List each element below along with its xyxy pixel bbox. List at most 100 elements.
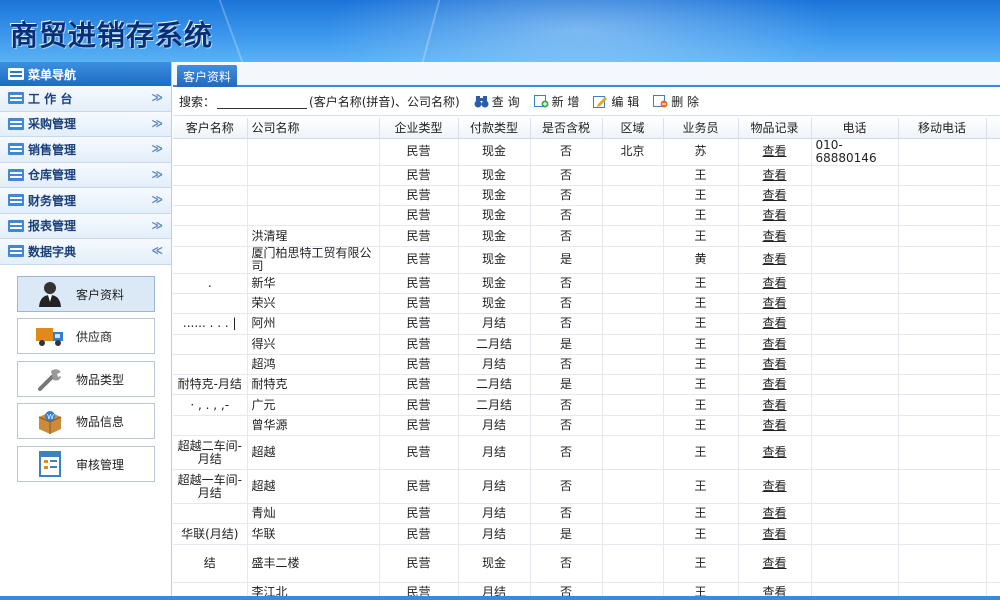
company-name-cell: 超鸿 bbox=[247, 354, 380, 376]
table-row[interactable]: 洪清瑆 民营 现金否 王 查看 bbox=[173, 225, 1000, 247]
view-record-link[interactable]: 查看 bbox=[762, 445, 786, 459]
folder-icon bbox=[8, 194, 24, 207]
customer-name-cell bbox=[173, 354, 248, 376]
view-record-link[interactable]: 查看 bbox=[762, 337, 786, 351]
table-row[interactable]: 民营 现金否 王 查看 bbox=[173, 205, 1000, 227]
menu-item-label: 采购管理 bbox=[28, 117, 77, 132]
enterprise-type-cell: 民营 bbox=[379, 138, 459, 166]
view-record-link[interactable]: 查看 bbox=[762, 377, 786, 391]
view-record-link[interactable]: 查看 bbox=[762, 357, 786, 371]
customer-name-cell bbox=[173, 205, 248, 227]
enterprise-type-cell: 民营 bbox=[379, 205, 459, 227]
table-row[interactable]: 曾华源 民营 月结否 王 查看 bbox=[173, 415, 1000, 437]
submenu-item-type[interactable]: 物品类型 bbox=[17, 361, 155, 397]
view-record-link[interactable]: 查看 bbox=[762, 208, 786, 222]
view-record-link[interactable]: 查看 bbox=[762, 252, 786, 266]
table-row[interactable]: 民营 现金否 王 查看 bbox=[173, 165, 1000, 186]
add-button-label: 新 增 bbox=[551, 94, 580, 109]
salesperson-cell: 王 bbox=[663, 334, 739, 355]
column-header[interactable]: 物品记录 bbox=[738, 118, 812, 139]
menu-item-purchase[interactable]: 采购管理 ≫ bbox=[0, 111, 171, 137]
table-row[interactable]: . 新华 民营 现金否 王 查看 bbox=[173, 273, 1000, 294]
enterprise-type-cell: 民营 bbox=[379, 435, 459, 471]
tax-included-cell: 否 bbox=[530, 165, 603, 186]
footer-bar bbox=[0, 596, 1000, 600]
view-record-link[interactable]: 查看 bbox=[762, 316, 786, 330]
view-record-link[interactable]: 查看 bbox=[762, 168, 786, 182]
column-header[interactable]: 区域 bbox=[602, 118, 664, 139]
table-row[interactable]: 超鸿 民营 月结否 王 查看 bbox=[173, 354, 1000, 376]
customer-name-cell: . bbox=[173, 273, 248, 294]
menu-item-data-dictionary[interactable]: 数据字典 ≪ bbox=[0, 239, 171, 265]
view-record-link[interactable]: 查看 bbox=[762, 188, 786, 202]
column-header[interactable]: 公司名称 bbox=[247, 118, 380, 139]
view-record-link[interactable]: 查看 bbox=[762, 144, 786, 158]
table-row[interactable]: · , . , ,- 广元 民营 二月结否 王 查看 bbox=[173, 394, 1000, 416]
phone-cell bbox=[811, 293, 899, 315]
table-row[interactable]: 超越一车间-月结 超越 民营 月结否 王 查看 bbox=[173, 469, 1000, 505]
menu-item-finance[interactable]: 财务管理 ≫ bbox=[0, 188, 171, 214]
payment-type-cell: 现金 bbox=[458, 273, 531, 294]
column-header[interactable]: 是否含税 bbox=[530, 118, 603, 139]
table-row[interactable]: 结盛丰二楼 民营 现金否 王 查看 bbox=[173, 544, 1000, 583]
table-row[interactable]: 民营 现金否 王 查看 bbox=[173, 185, 1000, 207]
region-cell bbox=[602, 273, 664, 294]
view-record-link[interactable]: 查看 bbox=[762, 527, 786, 541]
column-header[interactable]: 付款类型 bbox=[458, 118, 531, 139]
submenu-customer[interactable]: 客户资料 bbox=[17, 276, 155, 312]
table-row[interactable]: ...... . . . | 阿州 民营 月结否 王 查看 bbox=[173, 313, 1000, 335]
menu-item-warehouse[interactable]: 仓库管理 ≫ bbox=[0, 162, 171, 188]
submenu-item-info[interactable]: W 物品信息 bbox=[17, 403, 155, 439]
table-row[interactable]: 青灿 民营 月结否 王 查看 bbox=[173, 503, 1000, 525]
salesperson-cell: 王 bbox=[663, 415, 739, 437]
delete-button[interactable]: 删 除 bbox=[653, 93, 699, 110]
view-record-link[interactable]: 查看 bbox=[762, 479, 786, 493]
tab-customer-info[interactable]: 客户资料 bbox=[177, 65, 237, 87]
phone-cell bbox=[811, 185, 899, 207]
enterprise-type-cell: 民营 bbox=[379, 503, 459, 525]
submenu-supplier[interactable]: 供应商 bbox=[17, 318, 155, 354]
submenu-audit[interactable]: 审核管理 bbox=[17, 446, 155, 482]
user-icon bbox=[34, 280, 66, 308]
menu-item-sales[interactable]: 销售管理 ≫ bbox=[0, 137, 171, 163]
table-row[interactable]: 耐特克-月结 耐特克 民营 二月结是 王 查看 bbox=[173, 374, 1000, 396]
view-record-link[interactable]: 查看 bbox=[762, 276, 786, 290]
table-row[interactable]: 华联(月结) 华联 民营 月结是 王 查看 bbox=[173, 523, 1000, 545]
table-row[interactable]: 民营 现金否北京苏 查看 010-68880146 bbox=[173, 138, 1000, 166]
view-record-link[interactable]: 查看 bbox=[762, 398, 786, 412]
view-record-link[interactable]: 查看 bbox=[762, 296, 786, 310]
edit-button[interactable]: 编 辑 bbox=[593, 93, 639, 110]
chevron-down-icon: ≫ bbox=[151, 116, 163, 130]
row-filler-cell bbox=[986, 313, 1000, 335]
mobile-cell bbox=[898, 374, 987, 396]
menu-item-reports[interactable]: 报表管理 ≫ bbox=[0, 213, 171, 239]
view-record-link[interactable]: 查看 bbox=[762, 418, 786, 432]
search-input[interactable] bbox=[217, 93, 308, 109]
mobile-cell bbox=[898, 293, 987, 315]
sidebar: 菜单导航 工 作 台 ≫ 采购管理 ≫ 销售管理 ≫ 仓库管理 ≫ 财务管理 ≫… bbox=[0, 62, 172, 596]
row-filler-cell bbox=[986, 246, 1000, 274]
folder-icon bbox=[8, 92, 24, 105]
column-header[interactable]: 移动电话 bbox=[898, 118, 987, 139]
tax-included-cell: 否 bbox=[530, 415, 603, 437]
query-button[interactable]: 查 询 bbox=[474, 93, 520, 110]
menu-item-workbench[interactable]: 工 作 台 ≫ bbox=[0, 86, 171, 112]
column-header[interactable]: 客户名称 bbox=[173, 118, 248, 139]
tax-included-cell: 否 bbox=[530, 503, 603, 525]
mobile-cell bbox=[898, 415, 987, 437]
view-record-link[interactable]: 查看 bbox=[762, 506, 786, 520]
menu-item-label: 报表管理 bbox=[28, 219, 77, 234]
add-button[interactable]: 新 增 bbox=[533, 93, 580, 110]
enterprise-type-cell: 民营 bbox=[379, 374, 459, 396]
table-row[interactable]: 超越二车间-月结 超越 民营 月结否 王 查看 bbox=[173, 435, 1000, 471]
view-record-link[interactable]: 查看 bbox=[762, 229, 786, 243]
table-row[interactable]: 厦门柏思特工贸有限公司 民营 现金是 黄 查看 bbox=[173, 246, 1000, 274]
table-row[interactable]: 得兴 民营 二月结是 王 查看 bbox=[173, 334, 1000, 355]
column-header[interactable]: 业务员 bbox=[663, 118, 739, 139]
payment-type-cell: 现金 bbox=[458, 544, 531, 583]
view-record-link[interactable]: 查看 bbox=[762, 556, 786, 570]
column-header[interactable]: 企业类型 bbox=[379, 118, 459, 139]
table-row[interactable]: 荣兴 民营 现金否 王 查看 bbox=[173, 293, 1000, 315]
column-header[interactable]: 电话 bbox=[811, 118, 899, 139]
company-name-cell: 超越 bbox=[247, 469, 380, 505]
